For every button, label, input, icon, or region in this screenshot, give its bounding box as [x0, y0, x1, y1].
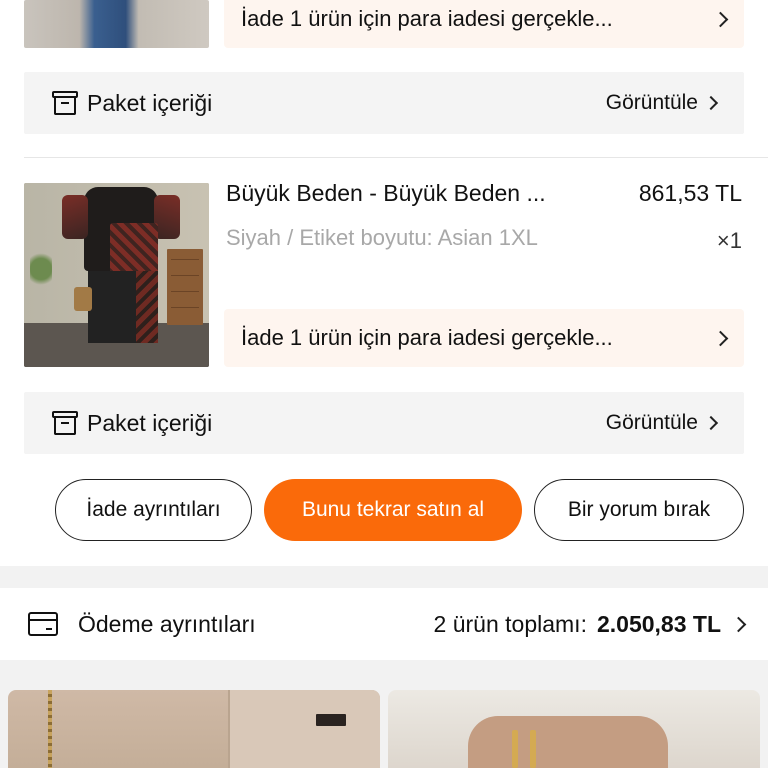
view-button[interactable]: Görüntüle [605, 411, 719, 435]
item-divider [24, 157, 768, 158]
product-price: 861,53 TL [638, 180, 742, 206]
package-contents-row-1[interactable]: Paket içeriği Görüntüle [24, 72, 744, 134]
item-total-label: 2 ürün toplamı: [433, 610, 587, 637]
package-box-icon [52, 91, 78, 115]
product-quantity: ×1 [716, 228, 742, 253]
refund-status-text: İade 1 ürün için para iadesi gerçekle... [241, 325, 613, 350]
view-label: Görüntüle [605, 411, 698, 434]
order-total-value: 2.050,83 TL [596, 610, 721, 637]
recommended-product-1[interactable] [8, 690, 380, 768]
product-variant: Siyah / Etiket boyutu: Asian 1XL [226, 225, 538, 250]
recommended-product-2[interactable] [388, 690, 760, 768]
section-separator [0, 566, 768, 588]
buy-again-button[interactable]: Bunu tekrar satın al [264, 479, 522, 541]
package-contents-label: Paket içeriği [87, 409, 213, 436]
package-contents-row-2[interactable]: Paket içeriği Görüntüle [24, 392, 744, 454]
refund-status-text: İade 1 ürün için para iadesi gerçekle... [241, 6, 613, 31]
refund-status-bar-1[interactable]: İade 1 ürün için para iadesi gerçekle... [224, 0, 744, 48]
package-box-icon [52, 411, 78, 435]
product-thumbnail-2[interactable] [24, 183, 209, 367]
payment-details-row[interactable]: Ödeme ayrıntıları 2 ürün toplamı: 2.050,… [0, 588, 768, 660]
credit-card-icon [28, 612, 58, 636]
chevron-right-icon [712, 330, 729, 346]
leave-review-button[interactable]: Bir yorum bırak [534, 479, 744, 541]
package-contents-label: Paket içeriği [87, 89, 213, 116]
return-details-button[interactable]: İade ayrıntıları [55, 479, 252, 541]
view-button[interactable]: Görüntüle [605, 91, 719, 115]
product-title[interactable]: Büyük Beden - Büyük Beden ... [226, 180, 546, 207]
payment-details-label: Ödeme ayrıntıları [78, 610, 256, 637]
chevron-right-icon [712, 11, 729, 27]
refund-status-bar-2[interactable]: İade 1 ürün için para iadesi gerçekle... [224, 309, 744, 367]
chevron-right-icon [703, 415, 719, 431]
chevron-right-icon [730, 616, 747, 632]
view-label: Görüntüle [605, 91, 698, 114]
product-thumbnail-1[interactable] [24, 0, 209, 48]
chevron-right-icon [703, 95, 719, 111]
